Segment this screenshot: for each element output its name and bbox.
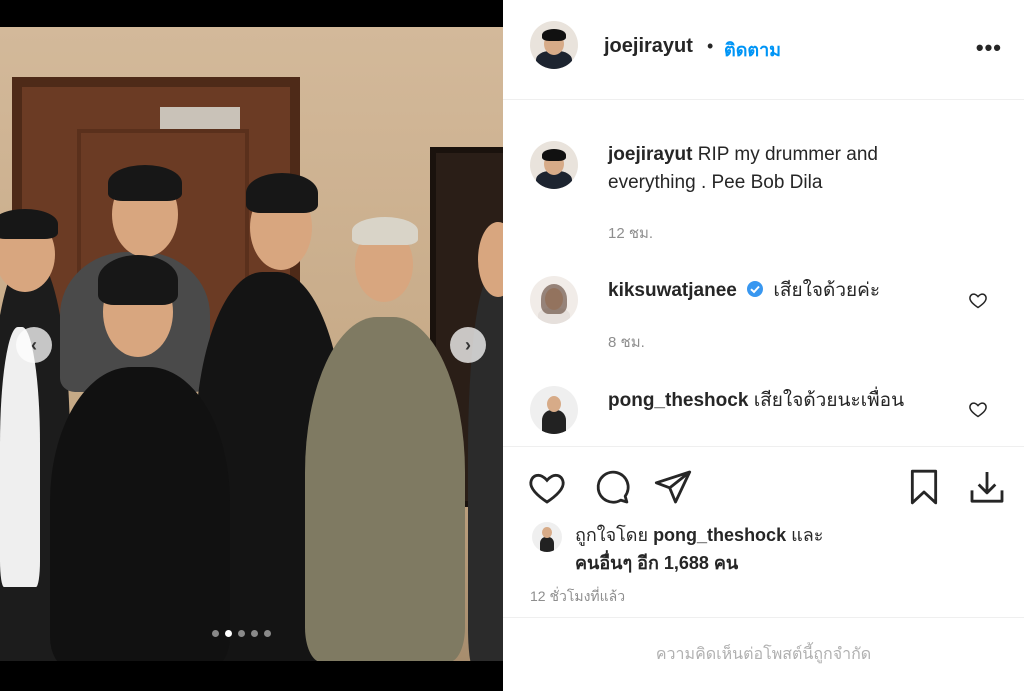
comments-limited-text: ความคิดเห็นต่อโพสต์นี้ถูกจำกัด — [655, 646, 872, 663]
carousel-dot — [238, 630, 245, 637]
comment-time[interactable]: 8 ชม. — [608, 330, 645, 354]
carousel-dot — [264, 630, 271, 637]
share-icon[interactable] — [653, 467, 693, 507]
person-front-woman — [50, 367, 230, 661]
comment-avatar[interactable] — [530, 276, 578, 324]
photo-bottom-band — [0, 661, 503, 691]
photo-scene — [0, 27, 503, 661]
carousel-next-button[interactable]: › — [450, 327, 486, 363]
carousel-dot-active — [225, 630, 232, 637]
likes-suffix: และ — [791, 525, 824, 545]
header-bullet: • — [707, 36, 714, 56]
likes-username[interactable]: pong_theshock — [653, 525, 786, 545]
heart-icon[interactable] — [527, 467, 567, 507]
liker-avatar[interactable] — [532, 522, 562, 552]
comment-icon[interactable] — [591, 467, 631, 507]
follow-button[interactable]: ติดตาม — [724, 35, 781, 64]
caption-line2: everything . Pee Bob Dila — [608, 172, 823, 193]
author-avatar[interactable] — [530, 21, 578, 69]
caption-username[interactable]: joejirayut — [608, 144, 692, 165]
post-header: joejirayut • ติดตาม ••• — [503, 0, 1024, 100]
likes-prefix: ถูกใจโดย — [575, 525, 649, 545]
caption-time[interactable]: 12 ชม. — [608, 221, 653, 245]
door-sign — [160, 107, 240, 129]
comments-limited-notice: ความคิดเห็นต่อโพสต์นี้ถูกจำกัด — [503, 617, 1024, 691]
likes-summary[interactable]: ถูกใจโดย pong_theshock และ คนอื่นๆ อีก 1… — [575, 521, 823, 577]
caption-text: joejirayut RIP my drummer and everything… — [608, 141, 968, 197]
comment-text: kiksuwatjanee เสียใจด้วยค่ะ — [608, 277, 880, 305]
heart-icon[interactable] — [968, 290, 988, 310]
likes-others[interactable]: คนอื่นๆ อีก 1,688 คน — [575, 553, 738, 573]
comment-text: pong_theshock เสียใจด้วยนะเพื่อน — [608, 387, 904, 415]
bookmark-icon[interactable] — [904, 467, 944, 507]
caption-avatar[interactable] — [530, 141, 578, 189]
carousel-dot — [212, 630, 219, 637]
comment-avatar[interactable] — [530, 386, 578, 434]
caption-line1: RIP my drummer and — [697, 144, 878, 165]
comment-body: เสียใจด้วยค่ะ — [773, 280, 881, 301]
person-right-shirt — [305, 317, 465, 661]
download-icon[interactable] — [967, 467, 1007, 507]
comment-username[interactable]: pong_theshock — [608, 390, 748, 411]
chevron-left-icon: ‹ — [31, 334, 37, 355]
post-side-panel: joejirayut • ติดตาม ••• joejirayut RIP m… — [503, 0, 1024, 691]
photo-top-band — [0, 0, 503, 27]
carousel-prev-button[interactable]: ‹ — [16, 327, 52, 363]
author-username[interactable]: joejirayut — [604, 35, 693, 58]
carousel-dot — [251, 630, 258, 637]
post-timestamp[interactable]: 12 ชั่วโมงที่แล้ว — [530, 586, 625, 608]
carousel-dots — [212, 630, 271, 637]
comment-body: เสียใจด้วยนะเพื่อน — [753, 390, 905, 411]
verified-badge-icon — [747, 281, 764, 297]
comments-section[interactable]: joejirayut RIP my drummer and everything… — [503, 101, 1024, 446]
more-options-icon[interactable]: ••• — [976, 37, 1002, 59]
heart-icon[interactable] — [968, 399, 988, 419]
chevron-right-icon: › — [465, 334, 471, 355]
comment-username[interactable]: kiksuwatjanee — [608, 280, 737, 301]
post-photo[interactable]: ‹ › — [0, 0, 503, 691]
